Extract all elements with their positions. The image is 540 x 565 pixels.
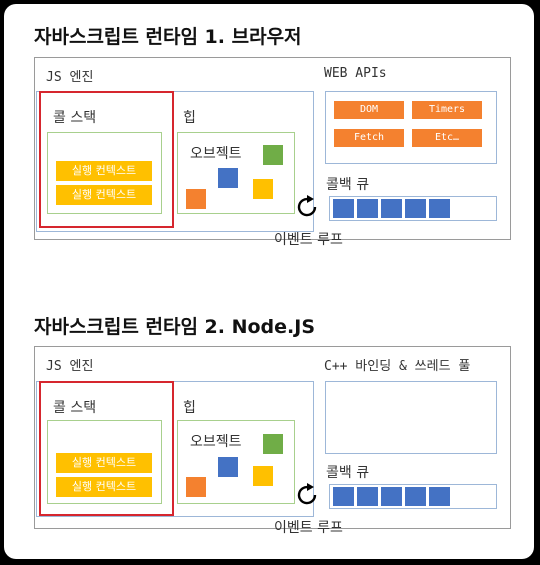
runtime2-heap-label: 힙 — [183, 400, 196, 416]
object-blue — [218, 457, 238, 477]
object-green — [263, 145, 283, 165]
runtime1-web-apis: DOM Timers Fetch Etc… — [325, 91, 497, 164]
execution-context: 실행 컨텍스트 — [56, 161, 152, 181]
api-etc: Etc… — [412, 129, 482, 147]
runtime2-objects-label: 오브젝트 — [190, 434, 242, 450]
diagram-canvas: 자바스크립트 런타임 1. 브라우저 JS 엔진 콜 스택 실행 컨텍스트 실행… — [4, 4, 534, 559]
runtime1-call-stack-label: 콜 스택 — [53, 110, 97, 126]
object-yellow — [253, 466, 273, 486]
execution-context: 실행 컨텍스트 — [56, 477, 152, 497]
runtime1-heap: 오브젝트 — [177, 132, 295, 214]
event-loop-icon — [297, 483, 317, 505]
api-fetch: Fetch — [334, 129, 404, 147]
runtime1-engine-label: JS 엔진 — [46, 70, 94, 85]
runtime2-bindings-box — [325, 381, 497, 454]
execution-context: 실행 컨텍스트 — [56, 185, 152, 205]
object-orange — [186, 189, 206, 209]
runtime2-engine-label: JS 엔진 — [46, 359, 94, 374]
object-blue — [218, 168, 238, 188]
queue-item — [333, 487, 354, 506]
runtime2-call-stack: 실행 컨텍스트 실행 컨텍스트 — [47, 420, 162, 504]
runtime1-callback-queue — [329, 196, 497, 221]
runtime1-apis-label: WEB APIs — [324, 66, 387, 81]
runtime2-call-stack-label: 콜 스택 — [53, 400, 97, 416]
queue-item — [333, 199, 354, 218]
event-loop-icon — [297, 195, 317, 217]
runtime1-event-loop-label: 이벤트 루프 — [274, 232, 343, 248]
runtime2-heap: 오브젝트 — [177, 420, 295, 504]
execution-context: 실행 컨텍스트 — [56, 453, 152, 473]
runtime2-event-loop-label: 이벤트 루프 — [274, 520, 343, 536]
api-timers: Timers — [412, 101, 482, 119]
queue-item — [357, 487, 378, 506]
runtime1-title: 자바스크립트 런타임 1. 브라우저 — [34, 26, 302, 48]
queue-item — [429, 199, 450, 218]
queue-item — [405, 199, 426, 218]
queue-item — [357, 199, 378, 218]
queue-item — [405, 487, 426, 506]
object-orange — [186, 477, 206, 497]
runtime2-title: 자바스크립트 런타임 2. Node.JS — [34, 316, 316, 338]
runtime2-queue-label: 콜백 큐 — [326, 465, 370, 481]
runtime1-call-stack: 실행 컨텍스트 실행 컨텍스트 — [47, 132, 162, 214]
object-yellow — [253, 179, 273, 199]
queue-item — [429, 487, 450, 506]
queue-item — [381, 199, 402, 218]
object-green — [263, 434, 283, 454]
runtime1-queue-label: 콜백 큐 — [326, 177, 370, 193]
runtime2-callback-queue — [329, 484, 497, 509]
runtime2-apis-label: C++ 바인딩 & 쓰레드 풀 — [324, 359, 471, 374]
api-dom: DOM — [334, 101, 404, 119]
runtime1-objects-label: 오브젝트 — [190, 146, 242, 162]
runtime1-heap-label: 힙 — [183, 110, 196, 126]
queue-item — [381, 487, 402, 506]
